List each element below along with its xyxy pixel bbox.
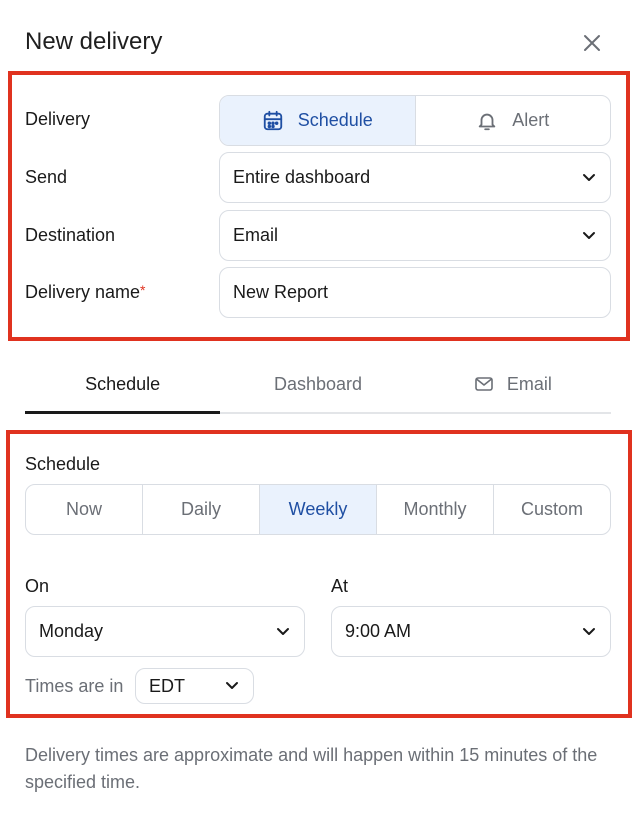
timezone-select[interactable]: EDT xyxy=(135,668,254,704)
tab-dashboard-label: Dashboard xyxy=(273,373,363,394)
tab-dashboard[interactable]: Dashboard xyxy=(220,360,415,412)
tab-bar: Schedule Dashboard Email xyxy=(25,360,611,414)
dialog-title: New delivery xyxy=(25,28,163,55)
destination-select-value: Email xyxy=(233,225,279,245)
on-label: On xyxy=(25,576,50,596)
mail-icon xyxy=(475,377,493,391)
delivery-name-label: Delivery name* xyxy=(25,282,146,303)
close-icon[interactable] xyxy=(580,31,604,55)
frequency-monthly[interactable]: Monthly xyxy=(377,485,494,534)
frequency-weekly-label: Weekly xyxy=(288,499,348,519)
frequency-now-label: Now xyxy=(65,499,102,519)
tab-email[interactable]: Email xyxy=(416,360,611,412)
send-select-value: Entire dashboard xyxy=(233,167,371,187)
frequency-toggle: Now Daily Weekly Monthly Custom xyxy=(25,484,611,535)
time-select[interactable]: 9:00 AM xyxy=(331,606,611,657)
chevron-down-icon xyxy=(583,173,595,181)
day-select[interactable]: Monday xyxy=(25,606,305,657)
chevron-down-icon xyxy=(226,682,238,689)
frequency-custom[interactable]: Custom xyxy=(494,485,610,534)
frequency-daily-label: Daily xyxy=(180,499,221,519)
frequency-monthly-label: Monthly xyxy=(403,499,467,519)
destination-select[interactable]: Email xyxy=(219,210,611,261)
delivery-type-alert[interactable]: Alert xyxy=(416,96,611,145)
delivery-name-value: New Report xyxy=(233,282,329,302)
calendar-icon xyxy=(263,110,282,130)
tab-schedule-label: Schedule xyxy=(85,373,161,394)
tab-email-label: Email xyxy=(506,373,552,394)
delivery-type-toggle: Schedule Alert xyxy=(219,95,611,146)
frequency-daily[interactable]: Daily xyxy=(143,485,260,534)
timezone-prefix: Times are in xyxy=(25,676,124,696)
delivery-type-schedule-label: Schedule xyxy=(297,110,373,130)
send-label: Send xyxy=(25,167,68,187)
frequency-custom-label: Custom xyxy=(520,499,583,519)
delivery-name-input[interactable]: New Report xyxy=(219,267,611,318)
chevron-down-icon xyxy=(583,231,595,239)
required-mark: * xyxy=(140,282,146,298)
at-label: At xyxy=(331,576,349,596)
time-select-value: 9:00 AM xyxy=(345,621,412,641)
delivery-type-alert-label: Alert xyxy=(512,110,550,130)
frequency-now[interactable]: Now xyxy=(26,485,143,534)
delivery-label: Delivery xyxy=(25,109,91,129)
delivery-time-note: Delivery times are approximate and will … xyxy=(25,745,598,792)
schedule-heading: Schedule xyxy=(25,454,101,474)
delivery-name-label-text: Delivery name xyxy=(25,282,141,302)
chevron-down-icon xyxy=(583,627,595,635)
timezone-select-value: EDT xyxy=(149,675,185,696)
day-select-value: Monday xyxy=(39,621,104,641)
delivery-type-schedule[interactable]: Schedule xyxy=(220,96,416,145)
tab-schedule[interactable]: Schedule xyxy=(25,360,221,414)
frequency-weekly[interactable]: Weekly xyxy=(260,485,377,534)
chevron-down-icon xyxy=(277,627,289,635)
send-select[interactable]: Entire dashboard xyxy=(219,152,611,203)
bell-icon xyxy=(478,113,496,130)
destination-label: Destination xyxy=(25,225,116,245)
